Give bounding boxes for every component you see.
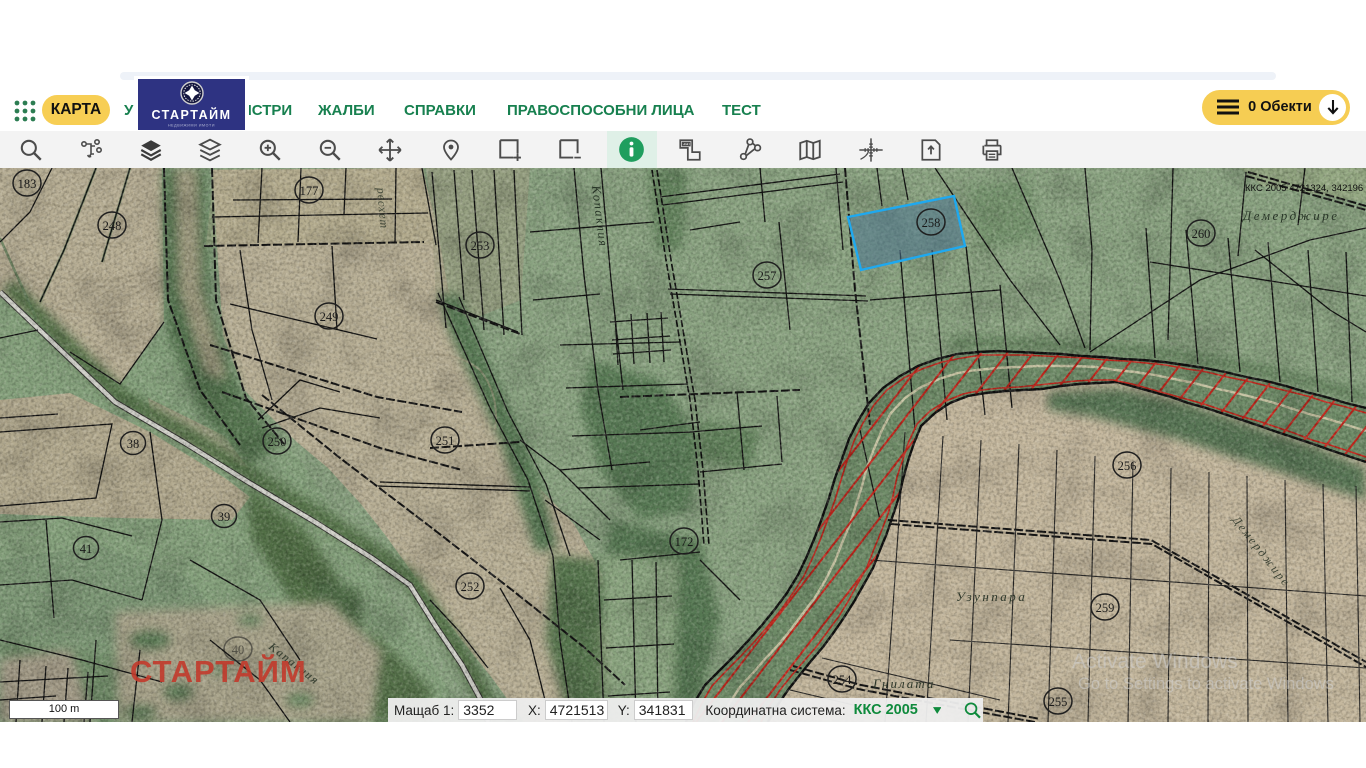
svg-text:254: 254 <box>833 673 853 687</box>
svg-text:НЕДВИЖИМИ ИМОТИ: НЕДВИЖИМИ ИМОТИ <box>168 124 215 128</box>
svg-text:СТАРТАЙМ: СТАРТАЙМ <box>151 107 231 122</box>
svg-text:260: 260 <box>1192 227 1211 241</box>
svg-text:41: 41 <box>80 542 93 556</box>
svg-text:172: 172 <box>675 535 694 549</box>
svg-text:250: 250 <box>268 435 287 449</box>
svg-text:СТАРТАЙМ: СТАРТАЙМ <box>130 653 307 689</box>
svg-text:39: 39 <box>218 510 231 524</box>
svg-text:256: 256 <box>1118 459 1137 473</box>
svg-text:177: 177 <box>300 184 319 198</box>
svg-text:Activate Windows: Activate Windows <box>1072 650 1238 673</box>
svg-text:Узунпара: Узунпара <box>956 589 1027 604</box>
svg-text:Гнилата: Гнилата <box>872 676 935 691</box>
svg-text:253: 253 <box>471 239 490 253</box>
svg-text:251: 251 <box>436 434 455 448</box>
svg-text:258: 258 <box>922 216 941 230</box>
svg-text:ККС 2005 4721324, 342196: ККС 2005 4721324, 342196 <box>1245 183 1363 194</box>
svg-text:252: 252 <box>461 580 480 594</box>
svg-text:Go to Settings to activate Win: Go to Settings to activate Windows <box>1078 675 1334 693</box>
svg-text:255: 255 <box>1049 695 1068 709</box>
svg-text:248: 248 <box>103 219 122 233</box>
svg-text:183: 183 <box>18 177 37 191</box>
svg-text:38: 38 <box>127 437 140 451</box>
svg-text:249: 249 <box>320 310 339 324</box>
svg-text:259: 259 <box>1096 601 1115 615</box>
svg-text:257: 257 <box>758 269 777 283</box>
svg-text:Демерджире: Демерджире <box>1241 208 1340 223</box>
